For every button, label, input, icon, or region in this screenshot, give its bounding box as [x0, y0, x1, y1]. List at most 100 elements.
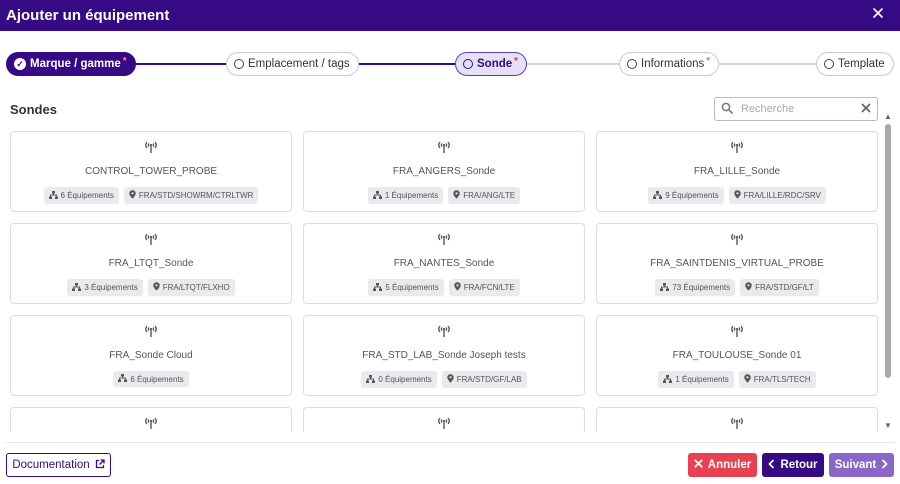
sitemap-icon — [653, 190, 663, 201]
button-label: Retour — [780, 459, 818, 471]
probe-card[interactable]: FRA_TOULOUSE_Sonde 01 1 Équipements FRA/TL… — [596, 315, 878, 396]
sitemap-icon — [118, 374, 128, 384]
search-icon — [721, 102, 735, 117]
map-pin-icon — [454, 282, 461, 293]
documentation-button[interactable]: Documentation — [6, 453, 111, 477]
location-path: FRA/TLS/TECH — [753, 375, 811, 384]
equipment-count-tag: 6 Équipements — [43, 187, 119, 204]
probe-card[interactable] — [596, 407, 878, 432]
equipment-count: 9 Équipements — [665, 191, 719, 200]
step-template[interactable]: Template — [816, 52, 894, 76]
probe-tags: 9 Équipements FRA/LILLE/RDC/SRV — [648, 187, 826, 204]
probe-card[interactable]: FRA_LTQT_Sonde 3 Équipements FRA/LTQT/FLXH… — [10, 223, 292, 304]
probe-name: FRA_LTQT_Sonde — [108, 258, 194, 269]
probe-tags: 5 Équipements FRA/FCN/LTE — [368, 279, 520, 296]
step-information[interactable]: Informations * — [619, 52, 720, 76]
equipment-count-tag: 5 Équipements — [368, 279, 444, 296]
clear-search-icon[interactable] — [861, 102, 871, 116]
antenna-icon — [436, 324, 452, 342]
probe-tags: 6 Équipements FRA/STD/SHOWRM/CTRLTWR — [43, 187, 259, 204]
probe-tags: 73 Équipements FRA/STD/GF/LT — [655, 279, 819, 296]
equipment-count-tag: 73 Équipements — [655, 279, 736, 296]
probe-name: FRA_LILLE_Sonde — [693, 166, 781, 177]
probe-card[interactable]: FRA_Sonde Cloud 6 Équipements — [10, 315, 292, 396]
button-label: Suivant — [834, 459, 877, 471]
probe-card[interactable]: FRA_LILLE_Sonde 9 Équipements FRA/LILLE/RD… — [596, 131, 878, 212]
equipment-count: 1 Équipements — [675, 375, 729, 384]
external-link-icon — [95, 458, 105, 472]
equipment-count: 3 Équipements — [84, 283, 138, 292]
sitemap-icon — [72, 282, 82, 293]
probe-card[interactable] — [10, 407, 292, 432]
antenna-icon — [143, 232, 159, 250]
step-connector — [126, 63, 232, 65]
chevron-right-icon — [881, 458, 889, 472]
probe-card[interactable] — [303, 407, 585, 432]
location-tag: FRA/FCN/LTE — [448, 279, 520, 296]
probe-name: FRA_TOULOUSE_Sonde 01 — [672, 350, 802, 361]
step-label: Emplacement / tags — [248, 58, 350, 70]
probe-card[interactable]: CONTROL_TOWER_PROBE 6 Équipements FRA/STD/… — [10, 131, 292, 212]
map-pin-icon — [745, 282, 752, 293]
cancel-button[interactable]: Annuler — [688, 453, 757, 477]
antenna-icon — [729, 140, 745, 158]
location-tag: FRA/LILLE/RDC/SRV — [728, 187, 826, 204]
scroll-up-icon[interactable]: ▲ — [884, 112, 892, 121]
probe-tags: 3 Équipements FRA/LTQT/FLXHO — [67, 279, 235, 296]
probe-name: FRA_SAINTDENIS_VIRTUAL_PROBE — [650, 258, 824, 269]
map-pin-icon — [129, 190, 136, 201]
scrollbar-thumb[interactable] — [885, 124, 891, 378]
equipment-count: 73 Équipements — [672, 283, 731, 292]
sitemap-icon — [372, 190, 382, 201]
scrollbar[interactable]: ▲ ▼ — [883, 112, 893, 432]
probe-card[interactable]: FRA_STD_LAB_Sonde Joseph tests 0 Équipeme… — [303, 315, 585, 396]
wizard-stepper: ✓ Marque / gamme * Emplacement / tags So… — [6, 52, 894, 76]
location-path: FRA/LTQT/FLXHO — [162, 283, 230, 292]
search-box[interactable] — [714, 97, 878, 121]
probe-name: CONTROL_TOWER_PROBE — [84, 166, 218, 177]
scroll-down-icon[interactable]: ▼ — [884, 421, 892, 430]
search-input[interactable] — [741, 103, 861, 115]
location-path: FRA/LILLE/RDC/SRV — [743, 191, 821, 200]
equipment-count: 6 Équipements — [60, 191, 114, 200]
equipment-count-tag: 1 Équipements — [367, 187, 444, 204]
step-brand-range[interactable]: ✓ Marque / gamme * — [6, 52, 136, 76]
map-pin-icon — [733, 190, 741, 201]
antenna-icon — [143, 416, 159, 432]
next-button[interactable]: Suivant — [829, 453, 894, 477]
probe-tags: 1 Équipements FRA/ANG/LTE — [367, 187, 521, 204]
required-marker: * — [122, 55, 127, 67]
check-icon: ✓ — [14, 58, 26, 70]
step-connector — [718, 63, 826, 65]
equipment-count: 1 Équipements — [384, 191, 439, 200]
step-probe[interactable]: Sonde * — [455, 52, 528, 76]
map-pin-icon — [453, 190, 460, 201]
antenna-icon — [436, 140, 452, 158]
probe-list: CONTROL_TOWER_PROBE 6 Équipements FRA/STD/… — [0, 124, 900, 432]
required-marker: * — [706, 55, 711, 67]
probe-card[interactable]: FRA_SAINTDENIS_VIRTUAL_PROBE 73 Équipemen… — [596, 223, 878, 304]
step-location-tags[interactable]: Emplacement / tags — [226, 52, 359, 76]
back-button[interactable]: Retour — [762, 453, 824, 477]
location-tag: FRA/STD/GF/LT — [740, 279, 819, 296]
probe-name: FRA_Sonde Cloud — [109, 350, 193, 361]
probe-card[interactable]: FRA_ANGERS_Sonde 1 Équipements FRA/ANG/LTE — [303, 131, 585, 212]
circle-icon — [463, 59, 473, 69]
required-marker: * — [514, 55, 519, 67]
antenna-icon — [143, 324, 159, 342]
step-connector — [522, 63, 628, 65]
sitemap-icon — [663, 374, 673, 385]
chevron-left-icon — [768, 458, 775, 472]
probe-name: FRA_NANTES_Sonde — [393, 258, 495, 269]
antenna-icon — [436, 416, 452, 432]
button-label: Documentation — [12, 459, 90, 471]
antenna-icon — [436, 232, 452, 250]
map-pin-icon — [744, 374, 751, 385]
location-tag: FRA/ANG/LTE — [448, 187, 521, 204]
probe-tags: 0 Équipements FRA/STD/GF/LAB — [361, 371, 527, 388]
probe-name: FRA_ANGERS_Sonde — [392, 166, 496, 177]
step-connector — [358, 63, 462, 65]
probe-card[interactable]: FRA_NANTES_Sonde 5 Équipements FRA/FCN/LTE — [303, 223, 585, 304]
equipment-count-tag: 3 Équipements — [67, 279, 143, 296]
close-icon[interactable] — [872, 6, 888, 24]
